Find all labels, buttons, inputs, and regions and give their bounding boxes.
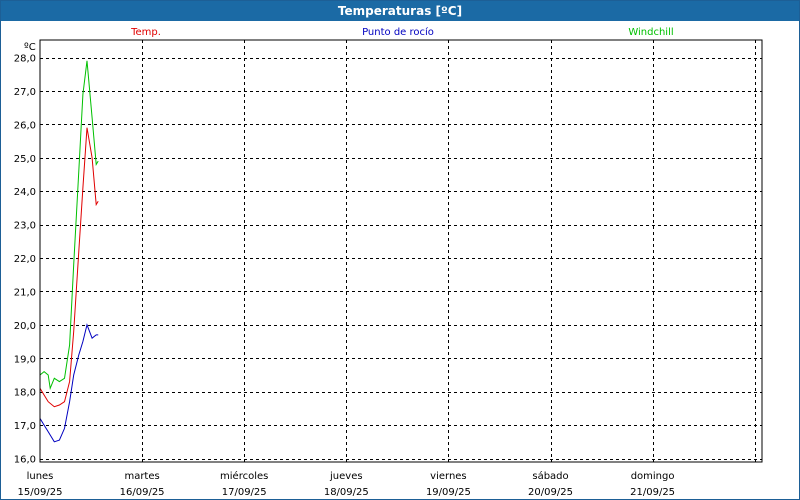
y-tick-label: 17,0 [14, 421, 36, 432]
grid-lines [40, 40, 762, 462]
x-tick-date: 20/09/25 [528, 487, 573, 498]
y-tick-label: 20,0 [14, 321, 36, 332]
y-tick-label: 24,0 [14, 187, 36, 198]
x-tick-date: 15/09/25 [18, 487, 63, 498]
x-tick-day: jueves [329, 471, 363, 482]
y-tick-label: 26,0 [14, 120, 36, 131]
y-tick-label: 19,0 [14, 354, 36, 365]
legend: Temp. Punto de rocío Windchill [130, 26, 674, 38]
y-tick-label: 27,0 [14, 87, 36, 98]
x-tick-day: martes [124, 471, 159, 482]
x-tick-day: miércoles [220, 470, 268, 482]
legend-dew-point: Punto de rocío [362, 26, 434, 38]
series-lines [39, 60, 99, 443]
x-tick-day: viernes [430, 471, 466, 482]
x-tick-date: 17/09/25 [222, 487, 267, 498]
x-tick-day: lunes [27, 471, 54, 482]
x-tick-date: 16/09/25 [120, 487, 165, 498]
y-tick-label: 18,0 [14, 388, 36, 399]
y-tick-label: 23,0 [14, 221, 36, 232]
y-tick-label: 21,0 [14, 287, 36, 298]
y-tick-labels: 16,0 17,0 18,0 19,0 20,0 21,0 22,0 23,0 24,0 25,0… [14, 54, 36, 466]
y-tick-label: 22,0 [14, 254, 36, 265]
x-tick-labels: lunes 15/09/25 martes 16/09/25 miércoles 17/0… [18, 470, 676, 498]
temperature-chart: 16,0 17,0 18,0 19,0 20,0 21,0 22,0 23,0 24,0 25,0… [14, 26, 763, 498]
x-tick-date: 21/09/25 [630, 487, 675, 498]
x-tick-day: sábado [532, 470, 568, 482]
y-axis-unit: ºC [24, 42, 36, 53]
series-line-temp [39, 127, 99, 408]
legend-temp: Temp. [130, 27, 161, 38]
y-tick-label: 28,0 [14, 54, 36, 65]
y-tick-label: 25,0 [14, 154, 36, 165]
x-tick-date: 19/09/25 [426, 487, 471, 498]
legend-windchill: Windchill [628, 27, 673, 38]
x-tick-date: 18/09/25 [324, 487, 369, 498]
y-tick-label: 16,0 [14, 455, 36, 466]
x-tick-day: domingo [631, 471, 675, 482]
series-line-windchill [39, 60, 99, 391]
